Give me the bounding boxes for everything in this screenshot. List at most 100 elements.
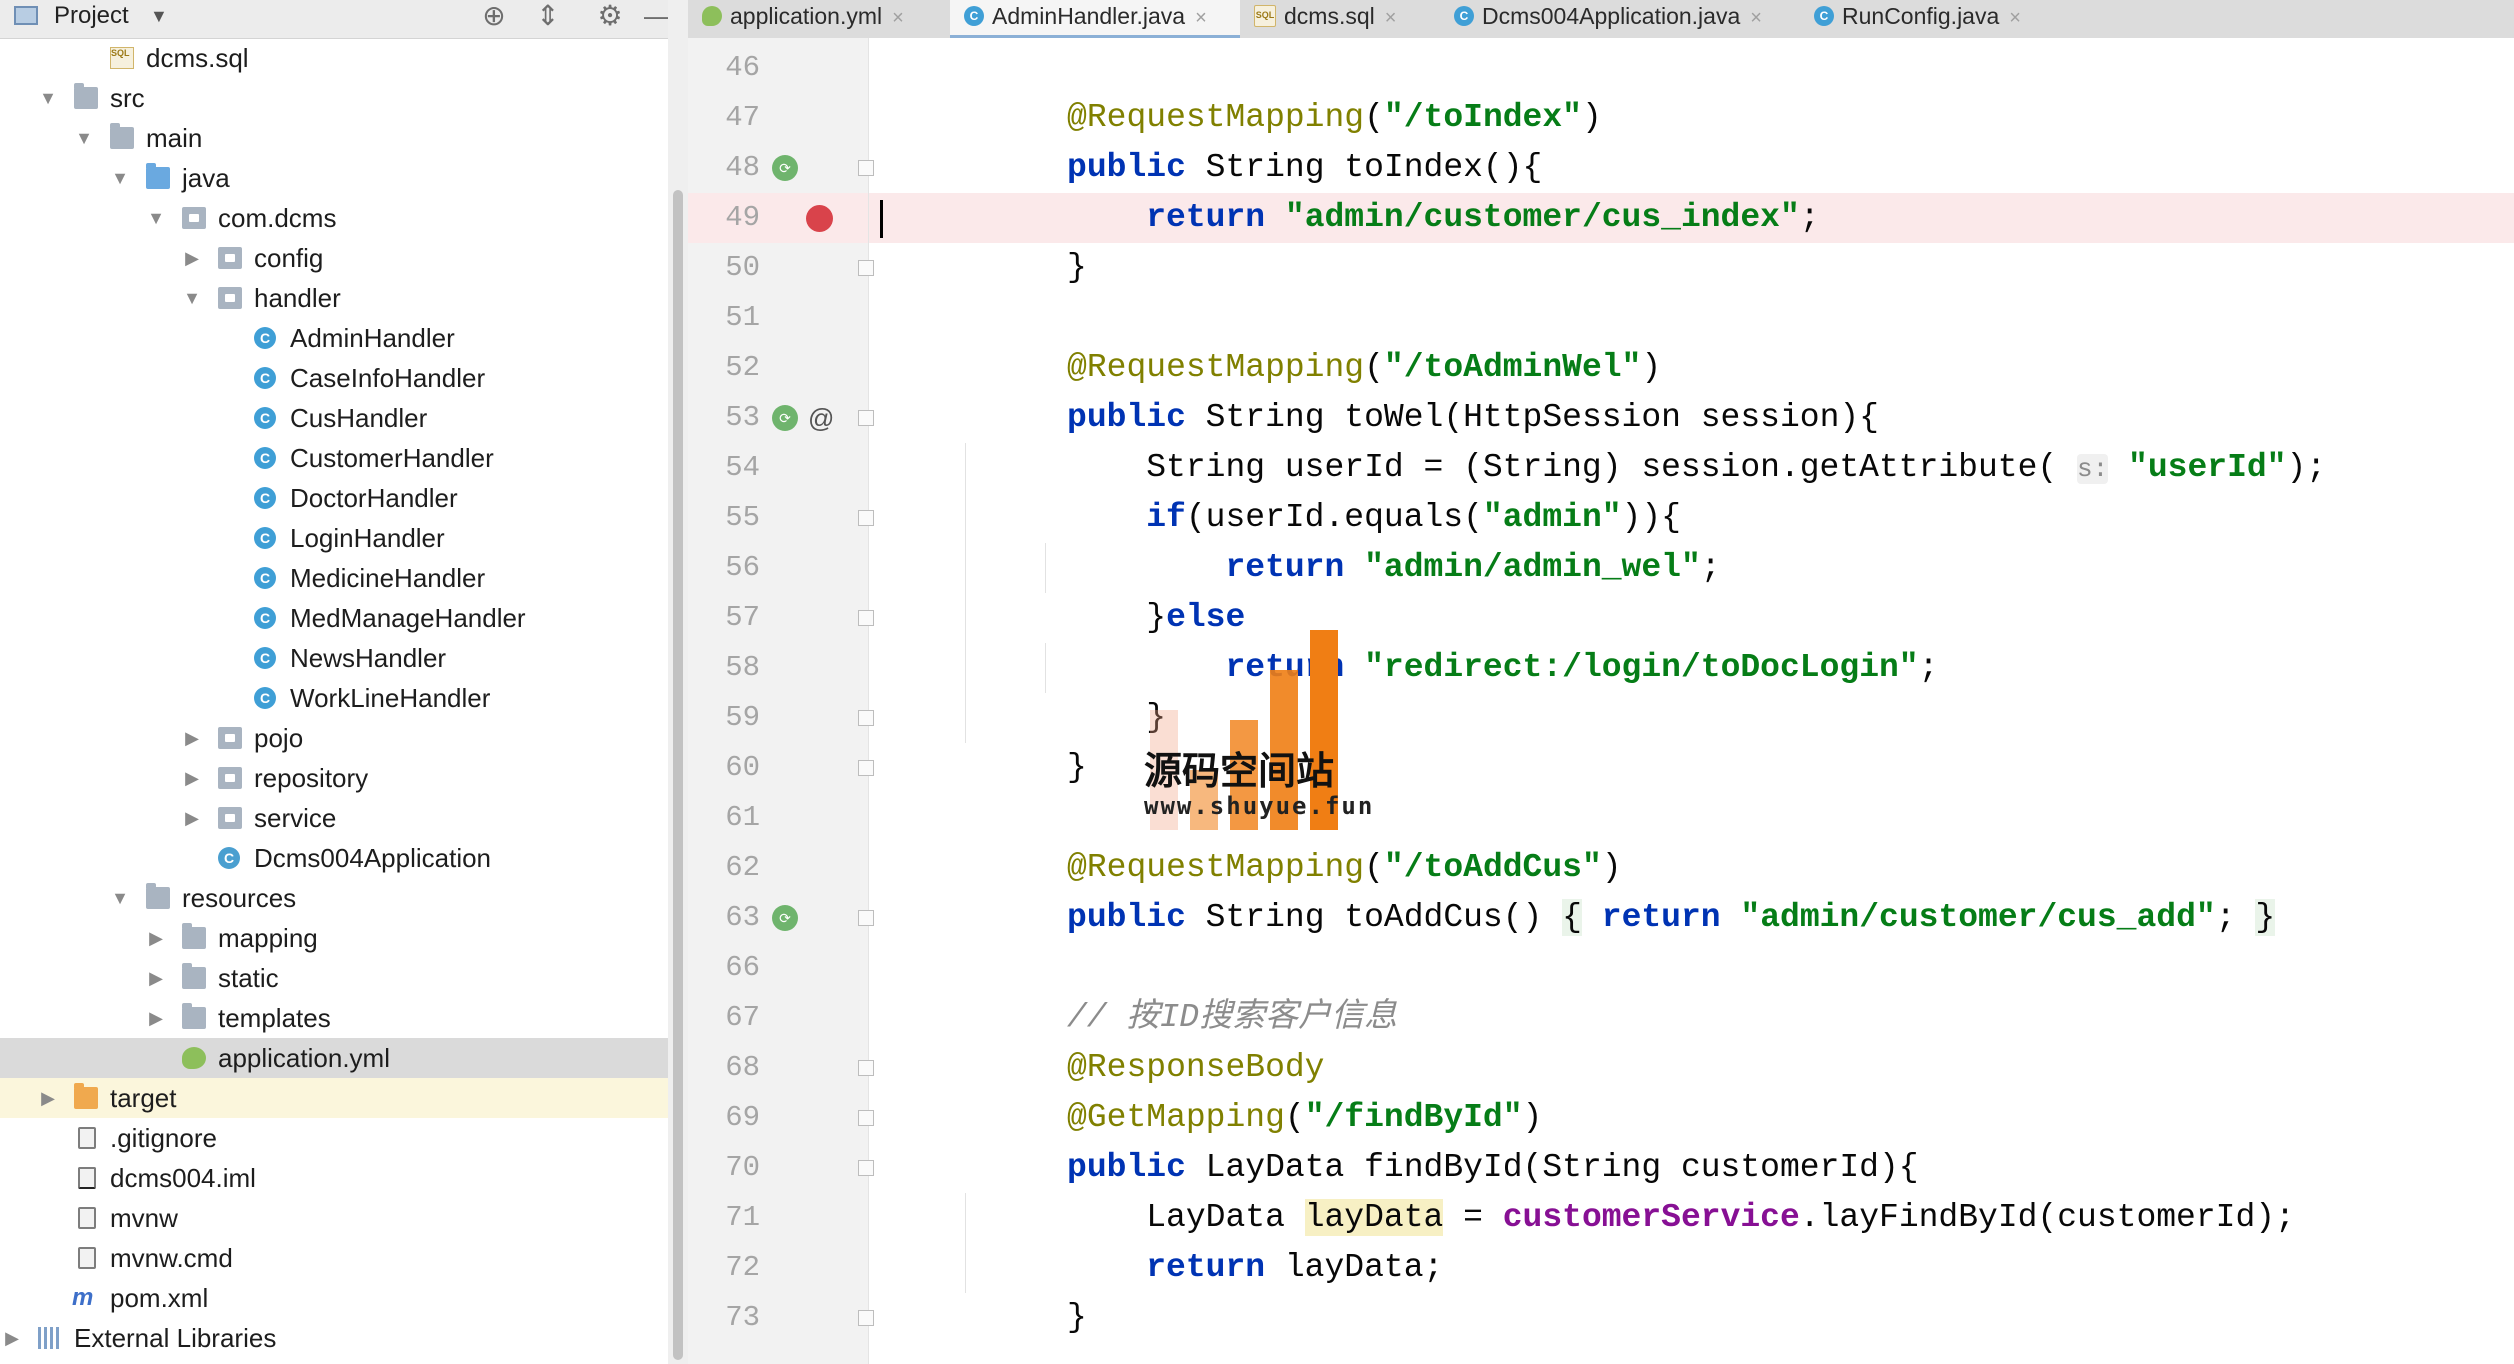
tree-item-dcms004-iml[interactable]: dcms004.iml [0,1158,668,1198]
tree-item-loginhandler[interactable]: C LoginHandler [0,518,668,558]
code-line-69[interactable]: @GetMapping("/findById") [869,1093,2514,1143]
tree-item-main[interactable]: ▼ main [0,118,668,158]
tree-item-static[interactable]: ▶ static [0,958,668,998]
code-line-68[interactable]: @ResponseBody [869,1043,2514,1093]
tree-item-customerhandler[interactable]: C CustomerHandler [0,438,668,478]
code-line-62[interactable]: @RequestMapping("/toAddCus") [869,843,2514,893]
tree-item-target[interactable]: ▶ target [0,1078,668,1118]
code-line-71[interactable]: LayData layData = customerService.layFin… [869,1193,2514,1243]
close-icon[interactable]: × [1195,7,1207,29]
chevron-down-icon[interactable]: ▼ [108,158,132,198]
code-line-50[interactable]: } [869,243,2514,293]
tree-item-doctorhandler[interactable]: C DoctorHandler [0,478,668,518]
tree-item-dcms004application[interactable]: C Dcms004Application [0,838,668,878]
tree-item-label: External Libraries [74,1323,277,1353]
chevron-right-icon[interactable]: ▶ [36,1078,60,1118]
tree-item-mvnw-cmd[interactable]: mvnw.cmd [0,1238,668,1278]
chevron-right-icon[interactable]: ▶ [180,718,204,758]
tree-item-adminhandler[interactable]: C AdminHandler [0,318,668,358]
chevron-right-icon[interactable]: ▶ [144,998,168,1038]
code-line-60[interactable]: } [869,743,2514,793]
chevron-right-icon[interactable]: ▶ [144,918,168,958]
project-scrollbar[interactable] [668,0,688,1364]
tree-item-service[interactable]: ▶ service [0,798,668,838]
chevron-right-icon[interactable]: ▶ [144,958,168,998]
code-line-59[interactable]: } [869,693,2514,743]
line-number: 56 [725,551,760,584]
tree-item-handler[interactable]: ▼ handler [0,278,668,318]
code-line-53[interactable]: public String toWel(HttpSession session)… [869,393,2514,443]
tree-item-mapping[interactable]: ▶ mapping [0,918,668,958]
code-line-57[interactable]: }else [869,593,2514,643]
project-view-title[interactable]: Project [54,0,129,32]
tree-item-src[interactable]: ▼ src [0,78,668,118]
tab-dcms-sql[interactable]: SQL dcms.sql × [1240,0,1440,38]
code-line-70[interactable]: public LayData findById(String customerI… [869,1143,2514,1193]
tree-item-medmanagehandler[interactable]: C MedManageHandler [0,598,668,638]
at-sign-icon[interactable]: @ [808,405,834,431]
tree-item-mvnw[interactable]: mvnw [0,1198,668,1238]
tab-dcms004application-java[interactable]: C Dcms004Application.java × [1440,0,1800,38]
chevron-right-icon[interactable]: ▶ [180,238,204,278]
chevron-down-icon[interactable]: ▼ [108,878,132,918]
breakpoint-icon[interactable] [806,205,833,232]
code-line-48[interactable]: public String toIndex(){ [869,143,2514,193]
chevron-down-icon[interactable]: ▼ [36,78,60,118]
folded-brace[interactable]: { [1562,899,1582,936]
code-line-47[interactable]: @RequestMapping("/toIndex") [869,93,2514,143]
close-icon[interactable]: × [2009,7,2021,29]
code-line-55[interactable]: if(userId.equals("admin")){ [869,493,2514,543]
tree-item-pojo[interactable]: ▶ pojo [0,718,668,758]
spring-mapping-icon[interactable]: ⟳ [772,155,798,181]
chevron-down-icon[interactable]: ▼ [150,0,168,32]
tree-item-cushandler[interactable]: C CusHandler [0,398,668,438]
code-line-67[interactable]: // 按ID搜索客户信息 [869,993,2514,1043]
code-line-73[interactable]: } [869,1293,2514,1343]
chevron-right-icon[interactable]: ▶ [180,758,204,798]
tree-item-config[interactable]: ▶ config [0,238,668,278]
tab-runconfig-java[interactable]: C RunConfig.java × [1800,0,2040,38]
tree-item-java[interactable]: ▼ java [0,158,668,198]
tree-item-caseinfohandler[interactable]: C CaseInfoHandler [0,358,668,398]
tree-item-pom-xml[interactable]: m pom.xml [0,1278,668,1318]
close-icon[interactable]: × [892,7,904,29]
code-line-54[interactable]: String userId = (String) session.getAttr… [869,443,2514,493]
folded-brace[interactable]: } [2255,899,2276,936]
spring-mapping-icon[interactable]: ⟳ [772,905,798,931]
close-icon[interactable]: × [1750,7,1762,29]
chevron-down-icon[interactable]: ▼ [72,118,96,158]
gear-icon[interactable]: ⚙ [592,0,628,34]
code-line-58[interactable]: return "redirect:/login/toDocLogin"; [869,643,2514,693]
line-number: 66 [725,951,760,984]
tree-item-templates[interactable]: ▶ templates [0,998,668,1038]
close-icon[interactable]: × [1385,7,1397,29]
tab-application-yml[interactable]: application.yml × [688,0,950,38]
chevron-right-icon[interactable]: ▶ [0,1318,24,1358]
tree-item-gitignore[interactable]: .gitignore [0,1118,668,1158]
tree-item-external-libraries[interactable]: ▶ External Libraries [0,1318,668,1358]
chevron-down-icon[interactable]: ▼ [180,278,204,318]
tree-item-dcms-sql[interactable]: SQL dcms.sql [0,38,668,78]
tree-item-newshandler[interactable]: C NewsHandler [0,638,668,678]
tree-item-worklinehandler[interactable]: C WorkLineHandler [0,678,668,718]
scrollbar-thumb[interactable] [673,190,683,1360]
tree-item-repository[interactable]: ▶ repository [0,758,668,798]
tree-item-com-dcms[interactable]: ▼ com.dcms [0,198,668,238]
spring-mapping-icon[interactable]: ⟳ [772,405,798,431]
collapse-icon[interactable]: ⇕ [530,0,566,34]
tree-item-medicinehandler[interactable]: C MedicineHandler [0,558,668,598]
code-line-72[interactable]: return layData; [869,1243,2514,1293]
watermark-title: 源码空间站 [1144,749,1335,793]
minimize-icon[interactable]: — [640,0,668,34]
code-line-49[interactable]: return "admin/customer/cus_index"; [869,193,2514,243]
code-text: String toWel(HttpSession session){ [1185,399,1879,436]
tree-item-resources[interactable]: ▼ resources [0,878,668,918]
code-line-63[interactable]: public String toAddCus() { return "admin… [869,893,2514,943]
chevron-right-icon[interactable]: ▶ [180,798,204,838]
code-line-52[interactable]: @RequestMapping("/toAdminWel") [869,343,2514,393]
code-line-56[interactable]: return "admin/admin_wel"; [869,543,2514,593]
tree-item-application-yml[interactable]: application.yml [0,1038,668,1078]
tab-adminhandler-java[interactable]: C AdminHandler.java × [950,0,1240,38]
crosshair-icon[interactable]: ⊕ [476,0,512,34]
chevron-down-icon[interactable]: ▼ [144,198,168,238]
